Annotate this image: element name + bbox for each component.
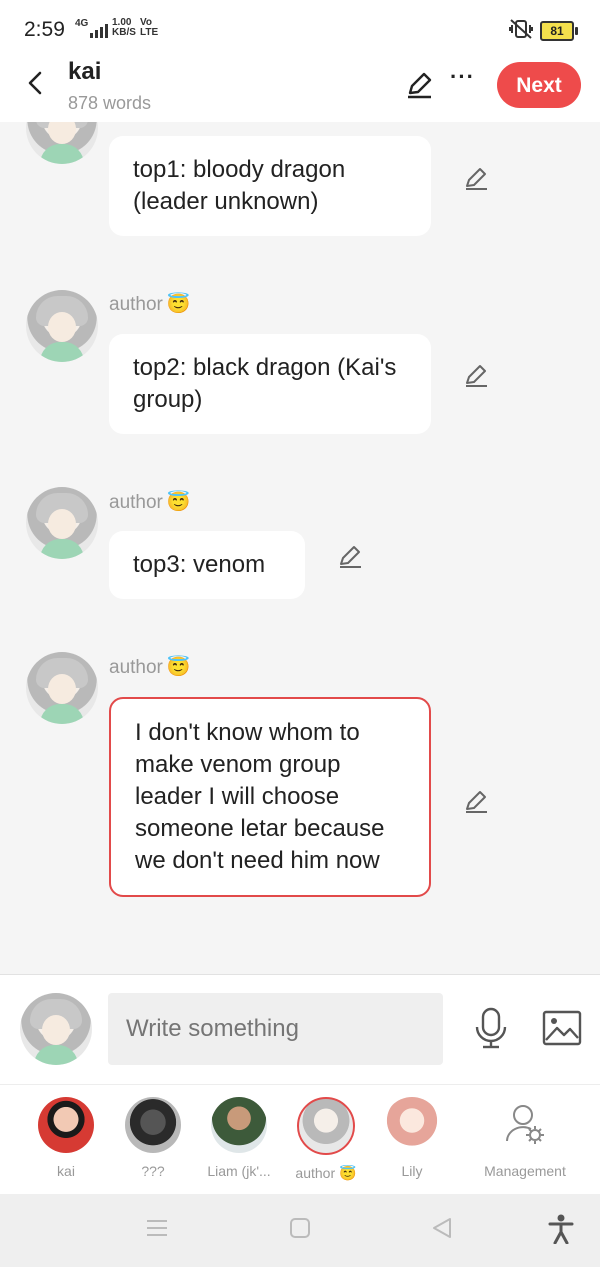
author-avatar[interactable] (26, 652, 98, 724)
character-avatar (384, 1097, 440, 1153)
editor-header: kai 878 words ··· Next (0, 58, 600, 122)
message-bubble[interactable]: top2: black dragon (Kai's group) (109, 334, 431, 434)
chat-area: top1: bloody dragon (leader unknown) aut… (0, 122, 600, 974)
menu-icon[interactable] (145, 1216, 169, 1240)
character-kai[interactable]: kai (26, 1097, 106, 1179)
management-button[interactable]: Management (478, 1097, 572, 1179)
image-icon[interactable] (542, 1010, 582, 1046)
character-author[interactable]: author 😇 (286, 1097, 366, 1182)
more-icon[interactable]: ··· (450, 64, 475, 90)
current-character-avatar[interactable] (20, 993, 92, 1065)
author-name: author 😇 (109, 490, 191, 514)
back-icon[interactable] (430, 1216, 454, 1240)
character-avatar (38, 1097, 94, 1153)
back-arrow-icon[interactable] (22, 68, 52, 98)
edit-message-icon[interactable] (463, 166, 489, 192)
volte-bottom: LTE (140, 27, 159, 38)
speed-unit: KB/S (112, 27, 136, 38)
settings-person-icon (506, 1105, 544, 1144)
network-speed: 1.00 KB/S (112, 18, 136, 38)
character-avatar (211, 1097, 267, 1153)
author-avatar[interactable] (26, 290, 98, 362)
character-name: Liam (jk'... (207, 1163, 271, 1179)
system-nav-bar (0, 1194, 600, 1267)
edit-pencil-icon[interactable] (404, 70, 434, 100)
character-name: author 😇 (286, 1165, 366, 1182)
halo-emoji: 😇 (166, 657, 191, 678)
character-name: ??? (141, 1163, 165, 1179)
character-lily[interactable]: Lily (372, 1097, 452, 1179)
author-name-text: author (109, 294, 163, 315)
character-selector: kai ??? Liam (jk'... author 😇 Lily Manage… (0, 1084, 600, 1195)
author-avatar[interactable] (26, 487, 98, 559)
author-name-text: author (109, 492, 163, 513)
battery-indicator: 81 (540, 21, 578, 41)
status-bar: 2:59 4G 1.00 KB/S Vo LTE 81 (0, 0, 600, 58)
message-bubble-selected[interactable]: I don't know whom to make venom group le… (109, 697, 431, 897)
home-icon[interactable] (289, 1216, 311, 1240)
edit-message-icon[interactable] (463, 789, 489, 815)
character-avatar (125, 1097, 181, 1153)
author-name-text: author (109, 657, 163, 678)
author-name: author 😇 (109, 292, 191, 316)
composer-bar (0, 974, 600, 1085)
status-time: 2:59 (24, 18, 65, 41)
microphone-icon[interactable] (474, 1007, 508, 1049)
edit-message-icon[interactable] (463, 363, 489, 389)
character-name: Lily (401, 1163, 423, 1179)
story-title: kai (68, 58, 102, 85)
volte-indicator: Vo LTE (140, 18, 158, 38)
character-unknown[interactable]: ??? (113, 1097, 193, 1179)
author-name: author 😇 (109, 655, 191, 679)
character-name: kai (57, 1163, 75, 1179)
accessibility-icon[interactable] (548, 1214, 574, 1244)
next-button[interactable]: Next (497, 62, 581, 108)
word-count: 878 words (68, 93, 152, 113)
vibrate-off-icon (509, 19, 533, 39)
halo-emoji: 😇 (166, 294, 191, 315)
character-avatar (297, 1097, 355, 1155)
network-type: 4G (75, 18, 89, 29)
halo-emoji: 😇 (339, 1165, 357, 1181)
character-liam[interactable]: Liam (jk'... (199, 1097, 279, 1179)
character-name-text: author (295, 1165, 336, 1181)
author-avatar[interactable] (26, 122, 98, 164)
message-input[interactable] (108, 993, 443, 1065)
signal-icon (90, 24, 108, 38)
message-bubble[interactable]: top3: venom (109, 531, 305, 599)
halo-emoji: 😇 (166, 492, 191, 513)
edit-message-icon[interactable] (337, 544, 363, 570)
message-bubble[interactable]: top1: bloody dragon (leader unknown) (109, 136, 431, 236)
management-label: Management (484, 1163, 566, 1179)
